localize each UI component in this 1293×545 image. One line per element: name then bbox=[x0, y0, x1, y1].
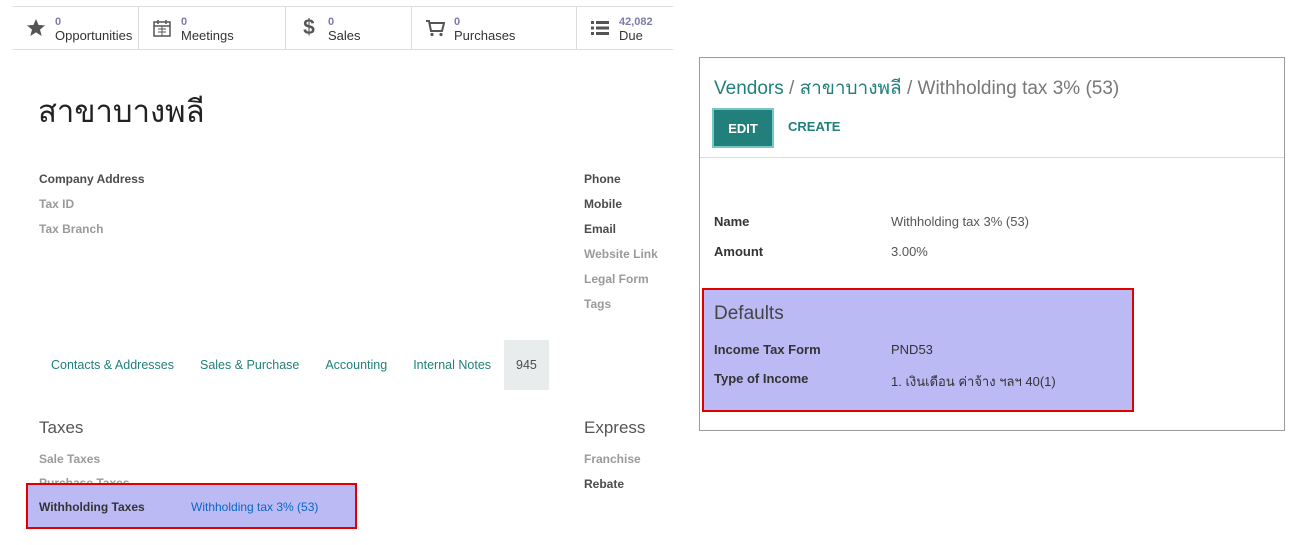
defaults-heading: Defaults bbox=[714, 303, 784, 324]
amount-label: Amount bbox=[714, 244, 764, 259]
stat-count: 0 bbox=[181, 16, 188, 28]
tab-contacts-addresses[interactable]: Contacts & Addresses bbox=[38, 340, 187, 390]
partner-form: 0 Opportunities 0 Meetings $ 0 Sales 0 Purch… bbox=[0, 0, 673, 545]
tab-945[interactable]: 945 bbox=[504, 340, 549, 390]
calendar-icon bbox=[149, 18, 175, 38]
tab-sales-purchase[interactable]: Sales & Purchase bbox=[187, 340, 312, 390]
rebate-label: Rebate bbox=[584, 477, 625, 491]
phone-label: Phone bbox=[584, 172, 621, 186]
list-icon bbox=[587, 18, 613, 38]
email-label: Email bbox=[584, 222, 617, 236]
stat-count: 0 bbox=[55, 16, 62, 28]
type-of-income-value: 1. เงินเดือน ค่าจ้าง ฯลฯ 40(1) bbox=[891, 374, 1056, 389]
type-of-income-label: Type of Income bbox=[714, 371, 809, 386]
taxes-heading: Taxes bbox=[39, 418, 84, 437]
purchases-button[interactable]: 0 Purchases bbox=[412, 7, 577, 49]
opportunities-button[interactable]: 0 Opportunities bbox=[13, 7, 139, 49]
notebook-tabs: Contacts & Addresses Sales & Purchase Ac… bbox=[38, 340, 573, 390]
company-address-label: Company Address bbox=[39, 172, 145, 186]
due-button[interactable]: 42,082 Due bbox=[577, 7, 673, 49]
tab-internal-notes[interactable]: Internal Notes bbox=[400, 340, 504, 390]
stat-label: Meetings bbox=[181, 28, 234, 43]
sale-taxes-label: Sale Taxes bbox=[39, 452, 101, 466]
edit-button[interactable]: EDIT bbox=[712, 108, 774, 148]
withholding-taxes-label: Withholding Taxes bbox=[39, 500, 145, 514]
stat-count: 0 bbox=[454, 16, 461, 28]
name-value: Withholding tax 3% (53) bbox=[891, 214, 1030, 229]
star-icon bbox=[23, 18, 49, 38]
cart-icon bbox=[422, 18, 448, 38]
stat-label: Opportunities bbox=[55, 28, 133, 43]
withholding-tax-link[interactable]: Withholding tax 3% (53) bbox=[191, 500, 318, 514]
tax-branch-label: Tax Branch bbox=[39, 222, 104, 236]
tax-id-label: Tax ID bbox=[39, 197, 75, 211]
mobile-label: Mobile bbox=[584, 197, 622, 211]
partner-name: สาขาบางพลี bbox=[38, 94, 205, 129]
breadcrumb-vendors[interactable]: Vendors bbox=[714, 78, 784, 99]
stat-label: Due bbox=[619, 28, 643, 43]
create-button[interactable]: CREATE bbox=[788, 119, 840, 134]
panel-divider bbox=[700, 157, 1284, 158]
meetings-button[interactable]: 0 Meetings bbox=[139, 7, 286, 49]
stat-label: Sales bbox=[328, 28, 361, 43]
income-tax-form-value: PND53 bbox=[891, 342, 933, 357]
tax-record-panel: Vendors / สาขาบางพลี / Withholding tax 3… bbox=[699, 57, 1285, 431]
express-heading: Express bbox=[584, 418, 646, 437]
dollar-icon: $ bbox=[303, 16, 315, 39]
name-label: Name bbox=[714, 214, 750, 229]
stat-count: 42,082 bbox=[619, 16, 653, 28]
amount-value: 3.00% bbox=[891, 244, 928, 259]
income-tax-form-label: Income Tax Form bbox=[714, 342, 821, 357]
stat-count: 0 bbox=[328, 16, 335, 28]
stat-label: Purchases bbox=[454, 28, 516, 43]
breadcrumb-separator: / bbox=[789, 78, 795, 99]
tags-label: Tags bbox=[584, 297, 612, 311]
smart-buttons-bar: 0 Opportunities 0 Meetings $ 0 Sales 0 Purch… bbox=[13, 6, 673, 50]
franchise-label: Franchise bbox=[584, 452, 641, 466]
legal-form-label: Legal Form bbox=[584, 272, 649, 286]
sales-button[interactable]: $ 0 Sales bbox=[286, 7, 412, 49]
breadcrumb-current: Withholding tax 3% (53) bbox=[917, 78, 1120, 99]
breadcrumb-separator: / bbox=[906, 78, 913, 99]
website-link-label: Website Link bbox=[584, 247, 658, 261]
tab-accounting[interactable]: Accounting bbox=[312, 340, 400, 390]
breadcrumb: Vendors / สาขาบางพลี / Withholding tax 3… bbox=[714, 73, 1119, 103]
breadcrumb-partner[interactable]: สาขาบางพลี bbox=[800, 78, 902, 99]
